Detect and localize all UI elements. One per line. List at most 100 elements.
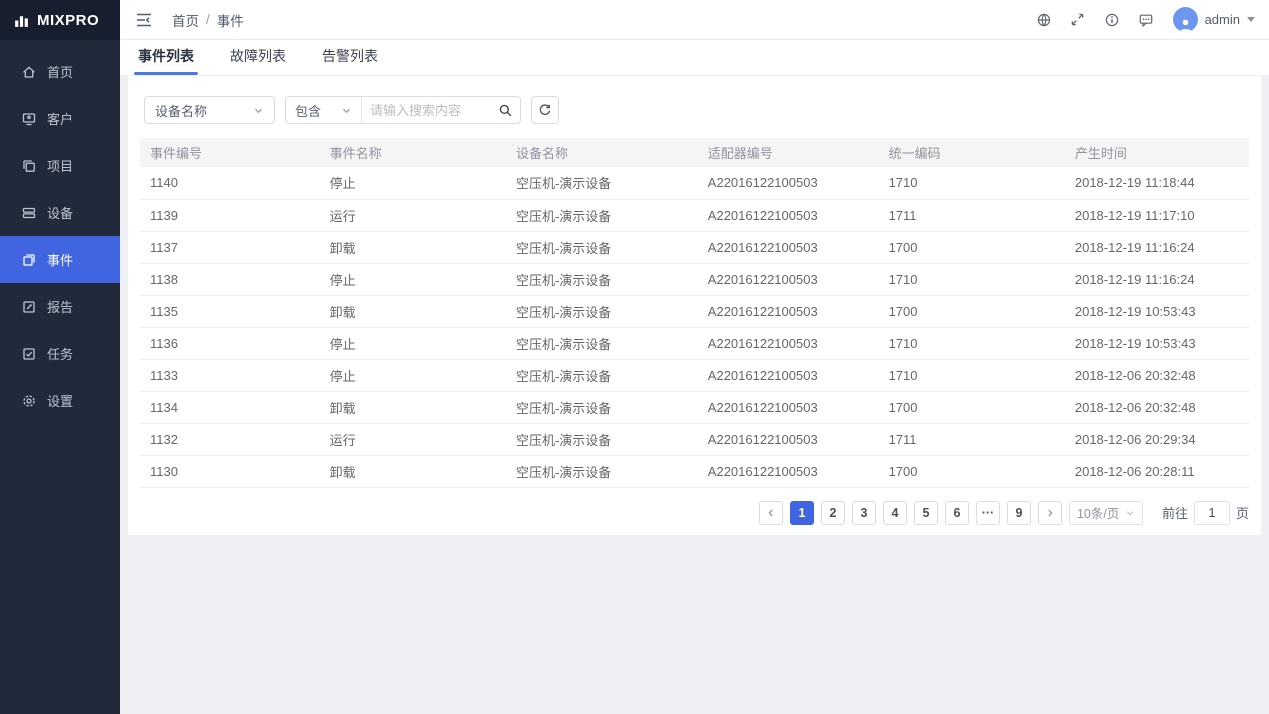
cell-unified-code: 1710 [879,359,1065,391]
globe-icon[interactable] [1027,6,1061,34]
table-row[interactable]: 1140停止空压机-演示设备A2201612210050317102018-12… [140,167,1249,199]
table-row[interactable]: 1130卸载空压机-演示设备A2201612210050317002018-12… [140,455,1249,487]
page-button-6[interactable]: 6 [945,501,969,525]
sidebar-item-label: 设置 [47,391,73,410]
search-input[interactable] [362,97,490,123]
page-button-4[interactable]: 4 [883,501,907,525]
tab-label: 告警列表 [322,48,378,64]
cell-event-id: 1133 [140,359,320,391]
more-pages-button[interactable]: ··· [976,501,1000,525]
fullscreen-icon[interactable] [1061,6,1095,34]
table-row[interactable]: 1138停止空压机-演示设备A2201612210050317102018-12… [140,263,1249,295]
page-button-5[interactable]: 5 [914,501,938,525]
message-icon[interactable] [1129,6,1163,34]
user-menu[interactable]: admin [1173,7,1255,32]
chevron-down-icon [1125,508,1135,518]
username: admin [1205,12,1240,27]
table-row[interactable]: 1139运行空压机-演示设备A2201612210050317112018-12… [140,199,1249,231]
cell-unified-code: 1700 [879,231,1065,263]
chevron-down-icon [1247,17,1255,22]
cell-event-name: 运行 [320,423,506,455]
info-icon[interactable] [1095,6,1129,34]
event-table: 事件编号 事件名称 设备名称 适配器编号 统一编码 产生时间 1140停止空压机… [140,138,1249,488]
event-list-card: 设备名称 包含 [128,76,1261,535]
refresh-button[interactable] [531,96,559,124]
cell-event-id: 1136 [140,327,320,359]
prev-page-button[interactable] [759,501,783,525]
sidebar-item-projects[interactable]: 项目 [0,142,120,189]
tab-alarm-list[interactable]: 告警列表 [322,46,378,75]
cell-created-time: 2018-12-19 10:53:43 [1065,327,1249,359]
cell-event-id: 1130 [140,455,320,487]
table-row[interactable]: 1135卸载空压机-演示设备A2201612210050317002018-12… [140,295,1249,327]
column-header: 产生时间 [1065,138,1249,167]
page-size-select[interactable]: 10条/页 [1069,501,1143,525]
sidebar-item-label: 项目 [47,156,73,175]
breadcrumb-separator: / [206,12,210,27]
breadcrumb-home[interactable]: 首页 [172,10,199,30]
cell-unified-code: 1700 [879,455,1065,487]
sidebar-item-reports[interactable]: 报告 [0,283,120,330]
page-button-9[interactable]: 9 [1007,501,1031,525]
cell-unified-code: 1710 [879,327,1065,359]
cell-event-id: 1137 [140,231,320,263]
device-icon [21,205,37,221]
tab-fault-list[interactable]: 故障列表 [230,46,286,75]
sidebar-item-settings[interactable]: 设置 [0,377,120,424]
app: MIXPRO 首页 客户 项目 设备 事件 [0,0,1269,714]
goto-page: 前往 页 [1162,501,1249,525]
cell-event-name: 运行 [320,199,506,231]
sidebar-item-home[interactable]: 首页 [0,48,120,95]
top-bar: 首页 / 事件 [120,0,1269,40]
cell-adapter-id: A22016122100503 [698,423,879,455]
cell-event-id: 1140 [140,167,320,199]
cell-device-name: 空压机-演示设备 [506,455,698,487]
main-area: 首页 / 事件 [120,0,1269,714]
search-group: 包含 [285,96,521,124]
cell-device-name: 空压机-演示设备 [506,391,698,423]
table-row[interactable]: 1134卸载空压机-演示设备A2201612210050317002018-12… [140,391,1249,423]
cell-adapter-id: A22016122100503 [698,391,879,423]
field-select[interactable]: 设备名称 [144,96,275,124]
cell-unified-code: 1711 [879,423,1065,455]
sidebar-item-events[interactable]: 事件 [0,236,120,283]
table-row[interactable]: 1137卸载空压机-演示设备A2201612210050317002018-12… [140,231,1249,263]
table-row[interactable]: 1136停止空压机-演示设备A2201612210050317102018-12… [140,327,1249,359]
table-row[interactable]: 1133停止空压机-演示设备A2201612210050317102018-12… [140,359,1249,391]
sidebar-item-devices[interactable]: 设备 [0,189,120,236]
cell-event-id: 1139 [140,199,320,231]
table-row[interactable]: 1132运行空压机-演示设备A2201612210050317112018-12… [140,423,1249,455]
column-header: 事件编号 [140,138,320,167]
cell-unified-code: 1710 [879,167,1065,199]
report-icon [21,299,37,315]
goto-page-input[interactable] [1194,501,1230,525]
page-button-3[interactable]: 3 [852,501,876,525]
cell-unified-code: 1700 [879,295,1065,327]
cell-event-id: 1138 [140,263,320,295]
cell-event-name: 卸载 [320,455,506,487]
page-button-1[interactable]: 1 [790,501,814,525]
sidebar-item-label: 设备 [47,203,73,222]
sidebar-collapse-icon[interactable] [130,6,158,34]
cell-device-name: 空压机-演示设备 [506,167,698,199]
search-icon[interactable] [490,97,520,123]
cell-created-time: 2018-12-19 11:17:10 [1065,199,1249,231]
next-page-button[interactable] [1038,501,1062,525]
cell-device-name: 空压机-演示设备 [506,231,698,263]
settings-icon [21,393,37,409]
cell-event-id: 1135 [140,295,320,327]
goto-suffix: 页 [1236,503,1249,522]
tab-event-list[interactable]: 事件列表 [138,46,194,75]
page-button-2[interactable]: 2 [821,501,845,525]
cell-event-name: 停止 [320,167,506,199]
breadcrumb-current: 事件 [217,10,244,30]
operator-select[interactable]: 包含 [286,97,362,123]
cell-device-name: 空压机-演示设备 [506,423,698,455]
sidebar-item-tasks[interactable]: 任务 [0,330,120,377]
sidebar-item-label: 任务 [47,344,73,363]
tab-label: 事件列表 [138,48,194,64]
sidebar-item-label: 事件 [47,250,73,269]
content-area: 设备名称 包含 [120,76,1269,714]
sidebar-item-customers[interactable]: 客户 [0,95,120,142]
cell-device-name: 空压机-演示设备 [506,327,698,359]
